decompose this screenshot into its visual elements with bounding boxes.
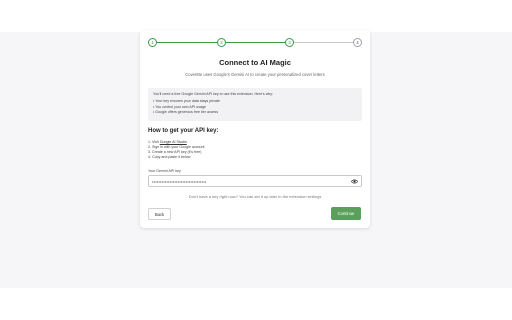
step-4: 4 <box>353 38 362 47</box>
back-button[interactable]: Back <box>148 208 171 220</box>
step-connector-2 <box>226 42 285 43</box>
howto-steps: 1. Visit Google AI Studio 2. Sign in wit… <box>148 140 205 160</box>
info-list: Your key ensures your data stays private… <box>153 99 357 116</box>
step-3: 3 <box>285 38 294 47</box>
show-password-eye-icon[interactable] <box>351 178 358 185</box>
api-key-label: Your Gemini API key <box>148 169 181 173</box>
google-ai-studio-link[interactable]: Google AI Studio <box>160 140 187 144</box>
api-key-field[interactable] <box>148 175 362 187</box>
onboarding-card: 1 2 3 4 Connect to AI Magic CoverMe uses… <box>140 30 370 228</box>
step-2: 2 <box>217 38 226 47</box>
continue-button[interactable]: Continue <box>331 207 361 220</box>
api-key-input[interactable] <box>152 177 348 186</box>
page-title: Connect to AI Magic <box>219 58 291 67</box>
info-intro: You'll need a free Google Gemini API key… <box>153 92 274 96</box>
setup-later-note: Don't have a key right now? You can set … <box>188 194 322 199</box>
info-box: You'll need a free Google Gemini API key… <box>148 88 362 121</box>
howto-heading: How to get your API key: <box>148 128 219 134</box>
howto-step-text: 1. Visit <box>148 140 160 144</box>
step-connector-3 <box>294 42 353 43</box>
howto-step: 4. Copy and paste it below <box>148 155 191 159</box>
info-item: Google offers generous free tier access <box>153 110 357 116</box>
page-subtitle: CoverMe uses Google's Gemini AI to creat… <box>185 72 325 77</box>
step-connector-1 <box>157 42 217 43</box>
progress-stepper: 1 2 3 4 <box>148 38 362 48</box>
step-1: 1 <box>148 38 157 47</box>
